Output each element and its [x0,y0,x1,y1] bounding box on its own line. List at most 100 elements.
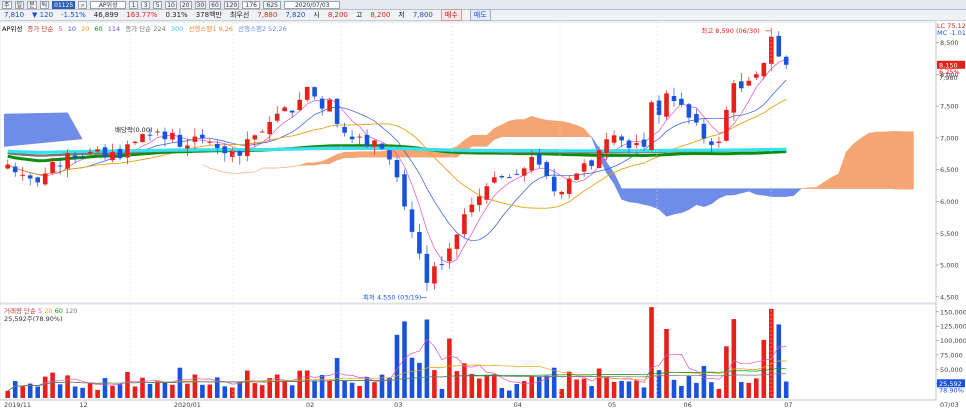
candle-body [125,144,130,158]
volume-bar [754,378,759,398]
candle-body [87,151,93,154]
legend-ma-20: 20 [81,25,90,33]
volume-bar [649,307,654,398]
volume-bar [162,381,168,398]
legend-ma-114: 114 [107,25,121,33]
volume-bar [57,384,63,398]
candle-body [80,156,85,158]
candle-body [686,104,692,118]
volume-bar [50,372,55,398]
cloud-segment [419,150,428,158]
volume-bar [132,386,138,398]
price-legend: AP위성 종가 단순 5 10 20 60 114 종가 단순 224 300 … [2,23,290,33]
candle-body [499,176,505,178]
cloud-segment [509,119,518,137]
candle-body [237,151,243,156]
dividend-annotation: 배당락(0.00) [115,125,153,134]
volume-bar [12,381,18,398]
candle-body [147,134,153,136]
candle-body [252,135,258,140]
date-tick-label: 07 [784,401,792,409]
volume-bar [761,339,767,398]
cloud-segment [681,188,690,214]
volume-bar [462,363,467,398]
volume-bar [349,382,355,398]
legend-ma-10: 10 [67,25,76,33]
cloud-segment [538,118,547,137]
volume-bar [155,381,160,398]
candle-body [327,99,332,112]
mc-label: MC -1.01 [937,29,966,37]
cloud-segment [524,115,532,137]
candle-body [754,74,759,78]
candle-body [551,176,557,192]
cloud-segment [786,188,794,197]
volume-bar [230,387,235,398]
volume-bar [566,371,572,398]
price-tick-label: 4,500 [940,293,959,301]
candle-body [783,56,789,65]
candle-body [709,141,714,145]
candle-body [454,234,460,249]
volume-value-label: 25,592주(78.90%) [4,315,63,323]
volume-bar [357,386,362,398]
candle-body [282,107,287,112]
volume-bar [95,389,100,398]
price-chart[interactable]: 8,5008,0007,5007,0006,5006,0005,5005,000… [0,0,966,409]
candle-body [477,196,482,206]
candle-body [102,147,108,157]
candle-body [185,145,190,149]
candle-body [604,139,609,153]
candle-body [342,126,347,133]
candle-body [50,162,55,173]
volume-bar [469,373,475,398]
current-volume-pct: 78.90% [939,386,964,394]
candle-body [402,174,407,207]
date-tick-label: 04 [514,401,522,409]
volume-bar [694,382,699,398]
volume-bar [252,383,258,398]
volume-tick-label: 150,000 [940,308,966,316]
volume-bar [342,380,347,398]
candle-body [297,99,302,110]
cloud-segment [546,119,555,137]
cloud-segment [771,188,780,197]
volume-bar [140,377,145,398]
cloud-segment [516,119,525,137]
date-tick-label: 12 [80,401,88,409]
candle-body [5,164,10,169]
candle-body [439,264,445,266]
candle-body [626,140,632,149]
volume-bar [267,378,272,398]
candle-body [387,150,392,160]
volume-bar [604,376,609,398]
volume-bar [596,368,602,398]
cloud-segment [471,134,480,147]
candle-body [694,114,699,123]
volume-bar [514,384,520,398]
low-annotation: 최저 4,550 (03/19) [363,293,422,302]
price-tick-label: 7,500 [940,103,959,111]
volume-bar [20,385,25,398]
candle-body [641,139,647,147]
cloud-segment [860,132,869,189]
volume-bar [327,380,332,398]
legend-span1: 선행스팬1 9,26 [188,25,233,33]
volume-bar [686,376,692,398]
candle-body [177,134,183,147]
volume-bar [5,390,10,398]
cloud-segment [845,143,854,189]
volume-bar [177,367,183,398]
date-tick-label: 05 [608,401,616,409]
base-price-label: 7,980 [939,74,958,82]
candle-body [379,143,385,149]
cloud-segment [898,131,907,190]
cloud-segment [561,121,570,137]
volume-bar [312,380,317,398]
cloud-segment [643,188,652,207]
candle-body [207,141,213,143]
cloud-segment [411,149,420,158]
cloud-segment [726,188,735,196]
cloud-segment [351,151,360,158]
legend-ma-300: 300 [170,25,184,33]
